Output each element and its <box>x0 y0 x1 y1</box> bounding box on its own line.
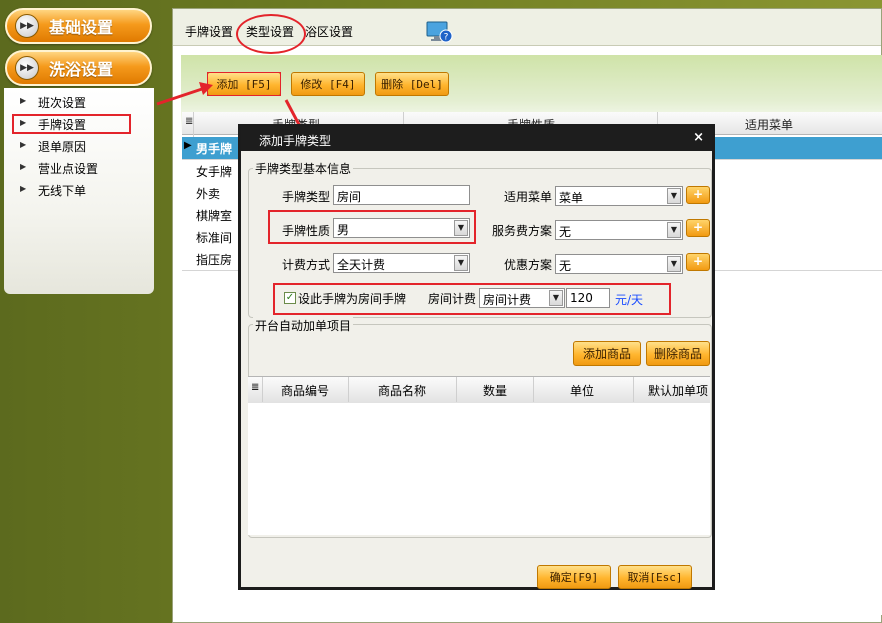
chevron-down-icon[interactable]: ▼ <box>667 222 681 238</box>
room-billing-value: 房间计费 <box>483 293 532 307</box>
service-fee-label: 服务费方案 <box>492 224 553 238</box>
ok-button[interactable]: 确定[F9] <box>537 565 611 589</box>
room-billing-select[interactable]: 房间计费 ▼ <box>479 288 565 308</box>
highlight-type-tab <box>236 14 306 54</box>
add-goods-button[interactable]: 添加商品 <box>573 341 641 366</box>
goods-grid-header: ≣ 商品编号 商品名称 数量 单位 默认加单项 <box>248 376 710 404</box>
goods-grid-body[interactable] <box>248 403 710 535</box>
dialog-title: 添加手牌类型 <box>259 134 332 148</box>
grid-menu-icon[interactable]: ≣ <box>251 382 259 393</box>
room-checkbox[interactable]: ✓ <box>284 292 296 304</box>
discount-select[interactable]: 无 ▼ <box>555 254 683 274</box>
highlight-add-button <box>207 72 281 96</box>
service-fee-value: 无 <box>559 225 572 239</box>
chevron-down-icon[interactable]: ▼ <box>454 255 468 271</box>
goods-header-unit[interactable]: 单位 <box>570 382 594 399</box>
chevron-down-icon[interactable]: ▼ <box>549 290 563 306</box>
unit-label: 元/天 <box>615 293 644 307</box>
goods-divider <box>633 377 634 402</box>
service-fee-select[interactable]: 无 ▼ <box>555 220 683 240</box>
billing-select[interactable]: 全天计费 ▼ <box>333 253 470 273</box>
add-discount-button[interactable]: + <box>686 253 710 271</box>
goods-divider <box>262 377 263 402</box>
chevron-down-icon[interactable]: ▼ <box>667 188 681 204</box>
menu-select[interactable]: 菜单 ▼ <box>555 186 683 206</box>
close-icon[interactable]: × <box>693 130 704 145</box>
menu-label: 适用菜单 <box>504 190 553 204</box>
highlight-nature <box>268 210 476 244</box>
goods-divider <box>533 377 534 402</box>
arrow-to-add <box>156 86 206 106</box>
add-menu-button[interactable]: + <box>686 186 710 204</box>
type-input[interactable]: 房间 <box>333 185 470 205</box>
discount-label: 优惠方案 <box>504 258 553 272</box>
goods-divider <box>348 377 349 402</box>
goods-header-code[interactable]: 商品编号 <box>281 382 329 399</box>
menu-value: 菜单 <box>559 191 584 205</box>
billing-label: 计费方式 <box>282 258 331 272</box>
dialog-titlebar: 添加手牌类型 × <box>241 127 712 151</box>
discount-value: 无 <box>559 259 572 273</box>
add-service-fee-button[interactable]: + <box>686 219 710 237</box>
chevron-down-icon[interactable]: ▼ <box>667 256 681 272</box>
type-label: 手牌类型 <box>282 190 331 204</box>
room-checkbox-label: 设此手牌为房间手牌 <box>298 292 407 306</box>
delete-goods-button[interactable]: 删除商品 <box>646 341 710 366</box>
room-billing-label: 房间计费 <box>428 292 477 306</box>
goods-header-default[interactable]: 默认加单项 <box>648 382 708 399</box>
goods-header-qty[interactable]: 数量 <box>483 382 507 399</box>
goods-header-name[interactable]: 商品名称 <box>378 382 426 399</box>
cancel-button[interactable]: 取消[Esc] <box>618 565 692 589</box>
billing-value: 全天计费 <box>337 258 386 272</box>
goods-divider <box>456 377 457 402</box>
basic-info-group-title: 手牌类型基本信息 <box>253 160 354 177</box>
price-input[interactable]: 120 <box>566 288 610 308</box>
auto-add-group-title: 开台自动加单项目 <box>253 317 354 334</box>
